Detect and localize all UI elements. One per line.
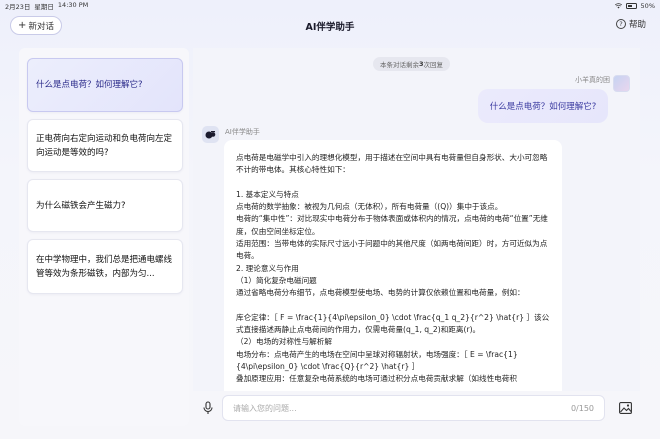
- battery-level: 50%: [640, 1, 655, 10]
- status-bar: 2月23日 星期日 14:30 PM 50%: [0, 0, 660, 11]
- history-item-label: 什么是点电荷？如何理解它?: [36, 80, 143, 90]
- ai-message-bubble: 点电荷是电磁学中引入的理想化模型，用于描述在空间中具有电荷量但自身形状、大小可忽…: [224, 140, 562, 391]
- user-avatar: [613, 75, 630, 92]
- help-icon: ?: [615, 19, 626, 29]
- help-label: 帮助: [628, 20, 646, 30]
- page-title: AI伴学助手: [305, 22, 355, 33]
- ai-paragraph: 点电荷的数学抽象：被视为几何点（无体积），所有电荷量（(Q)）集中于该点。: [236, 202, 503, 212]
- ai-paragraph: 通过省略电荷分布细节，点电荷模型使电场、电势的计算仅依赖位置和电荷量，例如：: [236, 288, 525, 298]
- question-input[interactable]: 请输入您的问题... 0/150: [222, 395, 605, 421]
- user-message-bubble: 什么是点电荷？如何理解它?: [478, 89, 608, 123]
- ai-paragraph: （1）简化复杂电磁问题: [236, 275, 317, 285]
- input-bar: 请输入您的问题... 0/150: [193, 395, 640, 421]
- status-date: 2月23日: [5, 2, 31, 11]
- history-item[interactable]: 为什么磁铁会产生磁力?: [27, 179, 183, 232]
- reply-limit-suffix: 次回复: [423, 61, 444, 69]
- ai-avatar-icon: [202, 126, 219, 143]
- ai-paragraph: 电荷的“集中性”：对比现实中电荷分布于物体表面或体积内的情况，点电荷的电荷“位置…: [236, 214, 548, 236]
- history-item-label: 正电荷向右定向运动和负电荷向左定向运动是等效的吗?: [36, 133, 173, 158]
- reply-limit-badge: 本条对话剩余 3 次回复: [373, 57, 451, 71]
- char-counter: 0/150: [570, 403, 594, 413]
- battery-icon: [625, 2, 637, 9]
- history-item-label: 在中学物理中，我们总是把通电螺线管等效为条形磁铁，内部为匀...: [36, 254, 173, 279]
- reply-limit-prefix: 本条对话剩余: [380, 61, 419, 69]
- help-button[interactable]: ? 帮助: [615, 18, 646, 30]
- mic-icon[interactable]: [202, 401, 214, 415]
- history-item-label: 为什么磁铁会产生磁力?: [36, 200, 126, 211]
- ai-paragraph: （2）电场的对称性与解析解: [236, 337, 332, 347]
- status-weekday: 星期日: [34, 2, 54, 11]
- wifi-icon: [614, 2, 622, 8]
- question-input-placeholder: 请输入您的问题...: [233, 403, 297, 413]
- history-item[interactable]: 在中学物理中，我们总是把通电螺线管等效为条形磁铁，内部为匀...: [27, 239, 183, 294]
- image-icon[interactable]: [619, 402, 632, 414]
- ai-name: AI伴学助手: [225, 128, 260, 136]
- ai-paragraph: 2. 理论意义与作用: [236, 263, 299, 273]
- user-name: 小羊真的困: [575, 76, 610, 84]
- ai-paragraph: [236, 177, 552, 189]
- ai-paragraph: 电场分布：点电荷产生的电场在空间中呈球对称辐射状，电场强度：［ E = \fra…: [236, 349, 518, 372]
- app-header: + 新对话 AI伴学助手 ? 帮助: [0, 12, 660, 38]
- ai-paragraph: 叠加原理应用：任意复杂电荷系统的电场可通过积分点电荷贡献求解（如线性电荷积: [236, 374, 517, 384]
- chat-history-sidebar: 什么是点电荷？如何理解它? 正电荷向右定向运动和负电荷向左定向运动是等效的吗? …: [19, 48, 189, 426]
- status-time: 14:30 PM: [57, 0, 89, 9]
- history-item[interactable]: 什么是点电荷？如何理解它?: [27, 58, 183, 112]
- history-item[interactable]: 正电荷向右定向运动和负电荷向左定向运动是等效的吗?: [27, 119, 183, 172]
- ai-paragraph: 库仑定律：［ F = \frac{1}{4\pi\epsilon_0} \cdo…: [236, 312, 550, 335]
- ai-paragraph: 1. 基本定义与特点: [236, 189, 299, 199]
- ai-paragraph: [236, 300, 552, 312]
- chat-area: 本条对话剩余 3 次回复 小羊真的困 什么是点电荷？如何理解它? AI伴学助手 点电…: [193, 48, 640, 391]
- ai-paragraph: 点电荷是电磁学中引入的理想化模型，用于描述在空间中具有电荷量但自身形状、大小可忽…: [236, 153, 548, 175]
- ai-paragraph: 适用范围：当带电体的实际尺寸远小于问题中的其他尺度（如两电荷间距）时，方可近似为…: [236, 239, 548, 261]
